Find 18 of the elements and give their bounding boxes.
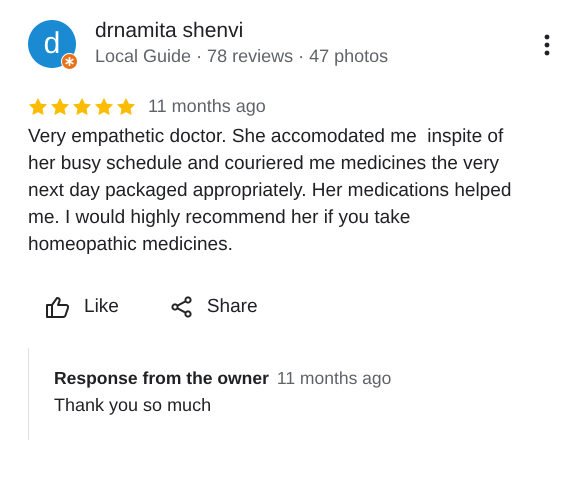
reviewer-meta: Local Guide · 78 reviews · 47 photos: [95, 45, 390, 68]
more-options-icon[interactable]: [544, 34, 550, 56]
response-title: Response from the owner: [54, 368, 269, 388]
star-icon: [94, 97, 114, 116]
review-time: 11 months ago: [148, 96, 266, 117]
star-icon: [50, 97, 70, 116]
thumbs-up-icon: [46, 296, 70, 318]
star-icon: [72, 97, 92, 116]
review-text: Very empathetic doctor. She accomodated me inspite of her busy schedule and couriered me medicines the very next day packaged appropriately. Her medications helped me. I would highly recommend her if you take homeopathic medicines.: [28, 125, 512, 257]
response-time: 11 months ago: [276, 368, 392, 388]
share-button[interactable]: Share: [170, 296, 258, 318]
like-button[interactable]: Like: [46, 296, 119, 318]
star-icon: [28, 97, 48, 116]
share-icon: [170, 296, 193, 318]
avatar-letter: d: [44, 27, 60, 61]
reviewer-name[interactable]: drnamita shenvi: [95, 18, 544, 44]
response-text: Thank you so much: [54, 395, 212, 416]
star-icon: [116, 97, 136, 116]
